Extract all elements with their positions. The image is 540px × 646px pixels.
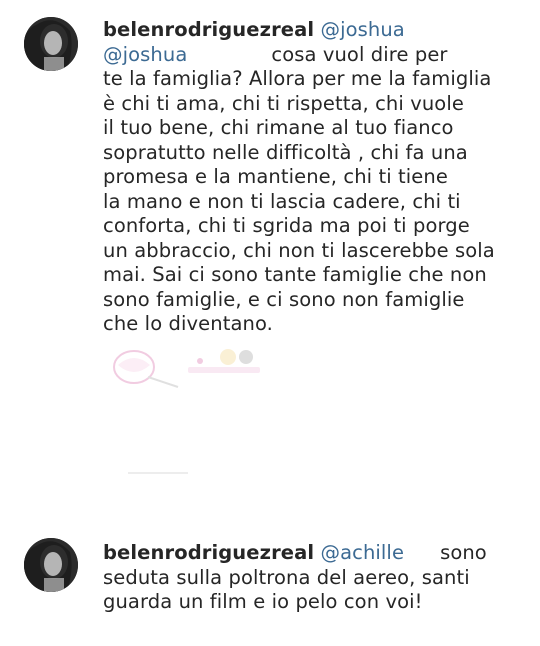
reply-mention[interactable]: @joshua [103, 43, 187, 66]
comment-text: guarda un film e io pelo con voi! [103, 590, 423, 613]
comment-username[interactable]: belenrodriguezreal [103, 541, 314, 564]
comment-text: promesa e la mantiene, chi ti tiene [103, 165, 448, 188]
comment-text: sono famiglie, e ci sono non famiglie [103, 287, 465, 311]
comment-header: belenrodriguezreal @joshua [103, 18, 533, 43]
avatar[interactable] [24, 538, 78, 592]
comment-text: sono [440, 541, 487, 564]
avatar[interactable] [24, 17, 78, 71]
comment-line: @joshua cosa vuol dire per [103, 43, 533, 68]
comment-text: seduta sulla poltrona del aereo, santi [103, 565, 470, 589]
comment-text: cosa vuol dire per [271, 42, 448, 66]
comment-text: te la famiglia? Allora per me la famigli… [103, 67, 492, 90]
comment-text: il tuo bene, chi rimane al tuo fianco [103, 116, 454, 139]
comment-text: sopratutto nelle difficoltà , chi fa una [103, 140, 468, 164]
comment-header: belenrodriguezreal @achille sono [103, 541, 533, 566]
comment-text: che lo diventano. [103, 312, 273, 335]
comment-text: è chi ti ama, chi ti rispetta, chi vuole [103, 91, 464, 115]
watermark-trace [128, 460, 188, 474]
comment-mention[interactable]: @joshua [320, 18, 404, 41]
comment-text: mai. Sai ci sono tante famiglie che non [103, 263, 487, 286]
watermark-logo-icon [108, 343, 268, 395]
comment-text: un abbraccio, chi non ti lascerebbe sola [103, 238, 495, 262]
profile-photo-icon [24, 17, 78, 71]
comment-text: conforta, chi ti sgrida ma poi ti porge [103, 214, 470, 237]
comment-mention[interactable]: @achille [320, 541, 404, 564]
comment-username[interactable]: belenrodriguezreal [103, 18, 314, 41]
comment-text: la mano e non ti lascia cadere, chi ti [103, 189, 461, 213]
profile-photo-icon [24, 538, 78, 592]
